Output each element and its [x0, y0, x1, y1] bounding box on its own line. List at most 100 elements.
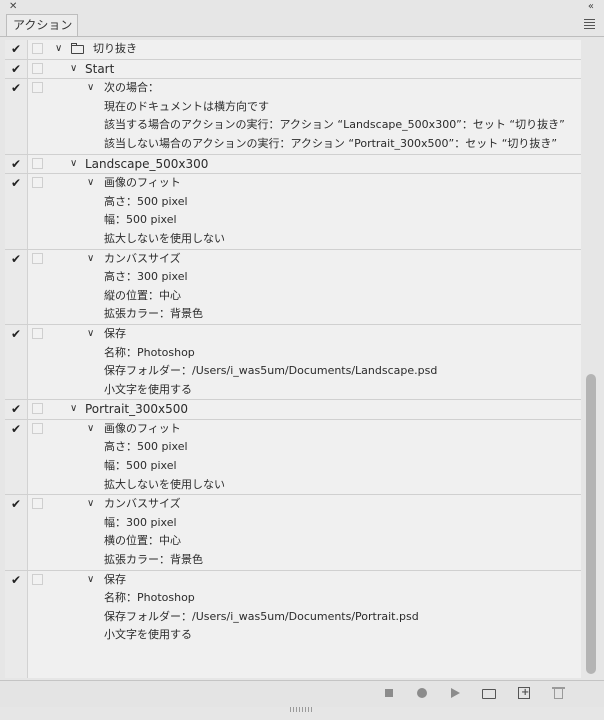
- panel-menu-icon[interactable]: [584, 19, 595, 31]
- action-detail-row[interactable]: 拡張カラー：背景色: [5, 551, 581, 570]
- dialog-toggle-box[interactable]: [32, 157, 43, 169]
- chevron-down-icon[interactable]: ∨: [87, 250, 94, 268]
- action-detail-row[interactable]: 高さ：300 pixel: [5, 268, 581, 287]
- dialog-toggle-box[interactable]: [32, 422, 43, 434]
- panel-tab-row: アクション: [0, 14, 604, 37]
- dialog-toggle-box[interactable]: [32, 498, 43, 510]
- row-label: 高さ：500 pixel: [104, 440, 188, 454]
- resize-grip[interactable]: [290, 707, 314, 712]
- chevron-down-icon[interactable]: ∨: [87, 571, 94, 589]
- action-detail-row[interactable]: 名称：Photoshop: [5, 344, 581, 363]
- row-label: Portrait_300x500: [85, 402, 189, 417]
- record-icon[interactable]: [415, 686, 429, 700]
- toggle-check-icon[interactable]: ✔: [11, 326, 21, 342]
- row-label: 縦の位置：中心: [104, 288, 181, 302]
- dialog-toggle-box[interactable]: [32, 403, 43, 415]
- row-label: 高さ：500 pixel: [104, 194, 188, 208]
- row-label: 小文字を使用する: [104, 382, 192, 396]
- row-label: Landscape_500x300: [85, 156, 209, 171]
- action-row[interactable]: ✔ ∨ 画像のフィット: [5, 418, 581, 439]
- trash-icon[interactable]: [551, 686, 565, 700]
- dialog-toggle-box[interactable]: [32, 82, 43, 94]
- action-row[interactable]: ✔ ∨ 次の場合：: [5, 78, 581, 98]
- toggle-check-icon[interactable]: ✔: [11, 421, 21, 437]
- action-detail-row[interactable]: 保存フォルダー：/Users/i_was5um/Documents/Portra…: [5, 608, 581, 627]
- action-row[interactable]: ✔ ∨ カンバスサイズ: [5, 248, 581, 269]
- action-row[interactable]: ✔ ∨ Start: [5, 58, 581, 79]
- dialog-toggle-box[interactable]: [32, 252, 43, 264]
- action-row[interactable]: ✔ ∨ Landscape_500x300: [5, 153, 581, 174]
- toggle-check-icon[interactable]: ✔: [11, 496, 21, 512]
- action-detail-row[interactable]: 高さ：500 pixel: [5, 193, 581, 212]
- close-icon[interactable]: ✕: [9, 1, 17, 13]
- collapse-icon[interactable]: «: [588, 1, 594, 13]
- action-row[interactable]: ✔ ∨ 画像のフィット: [5, 173, 581, 193]
- action-detail-row[interactable]: 名称：Photoshop: [5, 589, 581, 608]
- chevron-down-icon[interactable]: ∨: [70, 155, 77, 173]
- row-label: カンバスサイズ: [104, 497, 181, 511]
- row-label: 保存: [104, 572, 126, 586]
- chevron-down-icon[interactable]: ∨: [87, 495, 94, 513]
- action-detail-row[interactable]: 現在のドキュメントは横方向です: [5, 98, 581, 117]
- chevron-down-icon[interactable]: ∨: [70, 400, 77, 418]
- action-row[interactable]: ✔ ∨ カンバスサイズ: [5, 494, 581, 514]
- action-detail-row[interactable]: 保存フォルダー：/Users/i_was5um/Documents/Landsc…: [5, 362, 581, 381]
- new-action-icon[interactable]: +: [517, 686, 531, 700]
- action-row[interactable]: ✔ ∨ 保存: [5, 323, 581, 344]
- action-detail-row[interactable]: 横の位置：中心: [5, 532, 581, 551]
- chevron-down-icon[interactable]: ∨: [87, 174, 94, 192]
- action-detail-row[interactable]: 幅：500 pixel: [5, 457, 581, 476]
- toggle-check-icon[interactable]: ✔: [11, 401, 21, 417]
- action-row[interactable]: ✔ ∨ Portrait_300x500: [5, 399, 581, 419]
- action-detail-row[interactable]: 高さ：500 pixel: [5, 438, 581, 457]
- row-label: Start: [85, 61, 115, 76]
- dialog-toggle-box[interactable]: [32, 62, 43, 74]
- toggle-check-icon[interactable]: ✔: [11, 80, 21, 96]
- row-label: 保存フォルダー：/Users/i_was5um/Documents/Portra…: [104, 609, 419, 623]
- toggle-check-icon[interactable]: ✔: [11, 572, 21, 588]
- action-detail-row[interactable]: 拡張カラー：背景色: [5, 305, 581, 324]
- dialog-toggle-box[interactable]: [32, 327, 43, 339]
- toggle-check-icon[interactable]: ✔: [11, 61, 21, 77]
- row-label: 拡大しないを使用しない: [104, 231, 225, 245]
- play-icon[interactable]: [448, 686, 462, 700]
- dialog-toggle-box[interactable]: [32, 177, 43, 189]
- panel-titlebar: ✕ «: [0, 0, 604, 14]
- action-detail-row[interactable]: 小文字を使用する: [5, 626, 581, 645]
- chevron-down-icon[interactable]: ∨: [70, 60, 77, 78]
- row-label: 現在のドキュメントは横方向です: [104, 99, 269, 113]
- scrollbar-thumb[interactable]: [586, 374, 596, 674]
- action-detail-row[interactable]: 拡大しないを使用しない: [5, 230, 581, 249]
- tab-actions[interactable]: アクション: [6, 14, 78, 36]
- chevron-down-icon[interactable]: ∨: [55, 40, 62, 58]
- action-row[interactable]: ✔ ∨ 保存: [5, 569, 581, 590]
- toggle-check-icon[interactable]: ✔: [11, 175, 21, 191]
- action-detail-row[interactable]: 該当しない場合のアクションの実行：アクション “Portrait_300x500…: [5, 135, 581, 154]
- dialog-toggle-box[interactable]: [32, 573, 43, 585]
- row-label: 拡張カラー：背景色: [104, 553, 203, 567]
- actions-list[interactable]: ✔ ∨ 切り抜き ✔ ∨ Start ✔ ∨ 次の場合： 現在のドキュメントは横方向です 該当する場…: [5, 40, 581, 678]
- action-detail-row[interactable]: 幅：500 pixel: [5, 211, 581, 230]
- action-rows: ✔ ∨ 切り抜き ✔ ∨ Start ✔ ∨ 次の場合： 現在のドキュメントは横方向です 該当する場…: [5, 40, 581, 645]
- row-label: 保存: [104, 326, 126, 340]
- chevron-down-icon[interactable]: ∨: [87, 79, 94, 97]
- row-label: 画像のフィット: [104, 176, 181, 190]
- stop-icon[interactable]: [382, 686, 396, 700]
- action-detail-row[interactable]: 小文字を使用する: [5, 381, 581, 400]
- dialog-toggle-box[interactable]: [32, 43, 43, 54]
- chevron-down-icon[interactable]: ∨: [87, 325, 94, 343]
- action-detail-row[interactable]: 拡大しないを使用しない: [5, 476, 581, 495]
- new-set-folder-icon[interactable]: [481, 686, 497, 700]
- actions-panel: ✕ « アクション ✔ ∨ 切り抜き ✔ ∨ Start ✔ ∨ 次の場合： 現在のドキュメントは…: [0, 0, 604, 720]
- vertical-scrollbar[interactable]: [583, 40, 599, 678]
- toggle-check-icon[interactable]: ✔: [11, 41, 21, 57]
- action-detail-row[interactable]: 該当する場合のアクションの実行：アクション “Landscape_500x300…: [5, 116, 581, 135]
- toggle-check-icon[interactable]: ✔: [11, 251, 21, 267]
- row-label: 拡張カラー：背景色: [104, 307, 203, 321]
- action-detail-row[interactable]: 幅：300 pixel: [5, 514, 581, 533]
- action-row[interactable]: ✔ ∨ 切り抜き: [5, 40, 581, 59]
- toggle-check-icon[interactable]: ✔: [11, 156, 21, 172]
- action-detail-row[interactable]: 縦の位置：中心: [5, 287, 581, 306]
- chevron-down-icon[interactable]: ∨: [87, 420, 94, 438]
- row-label: 幅：500 pixel: [104, 459, 177, 473]
